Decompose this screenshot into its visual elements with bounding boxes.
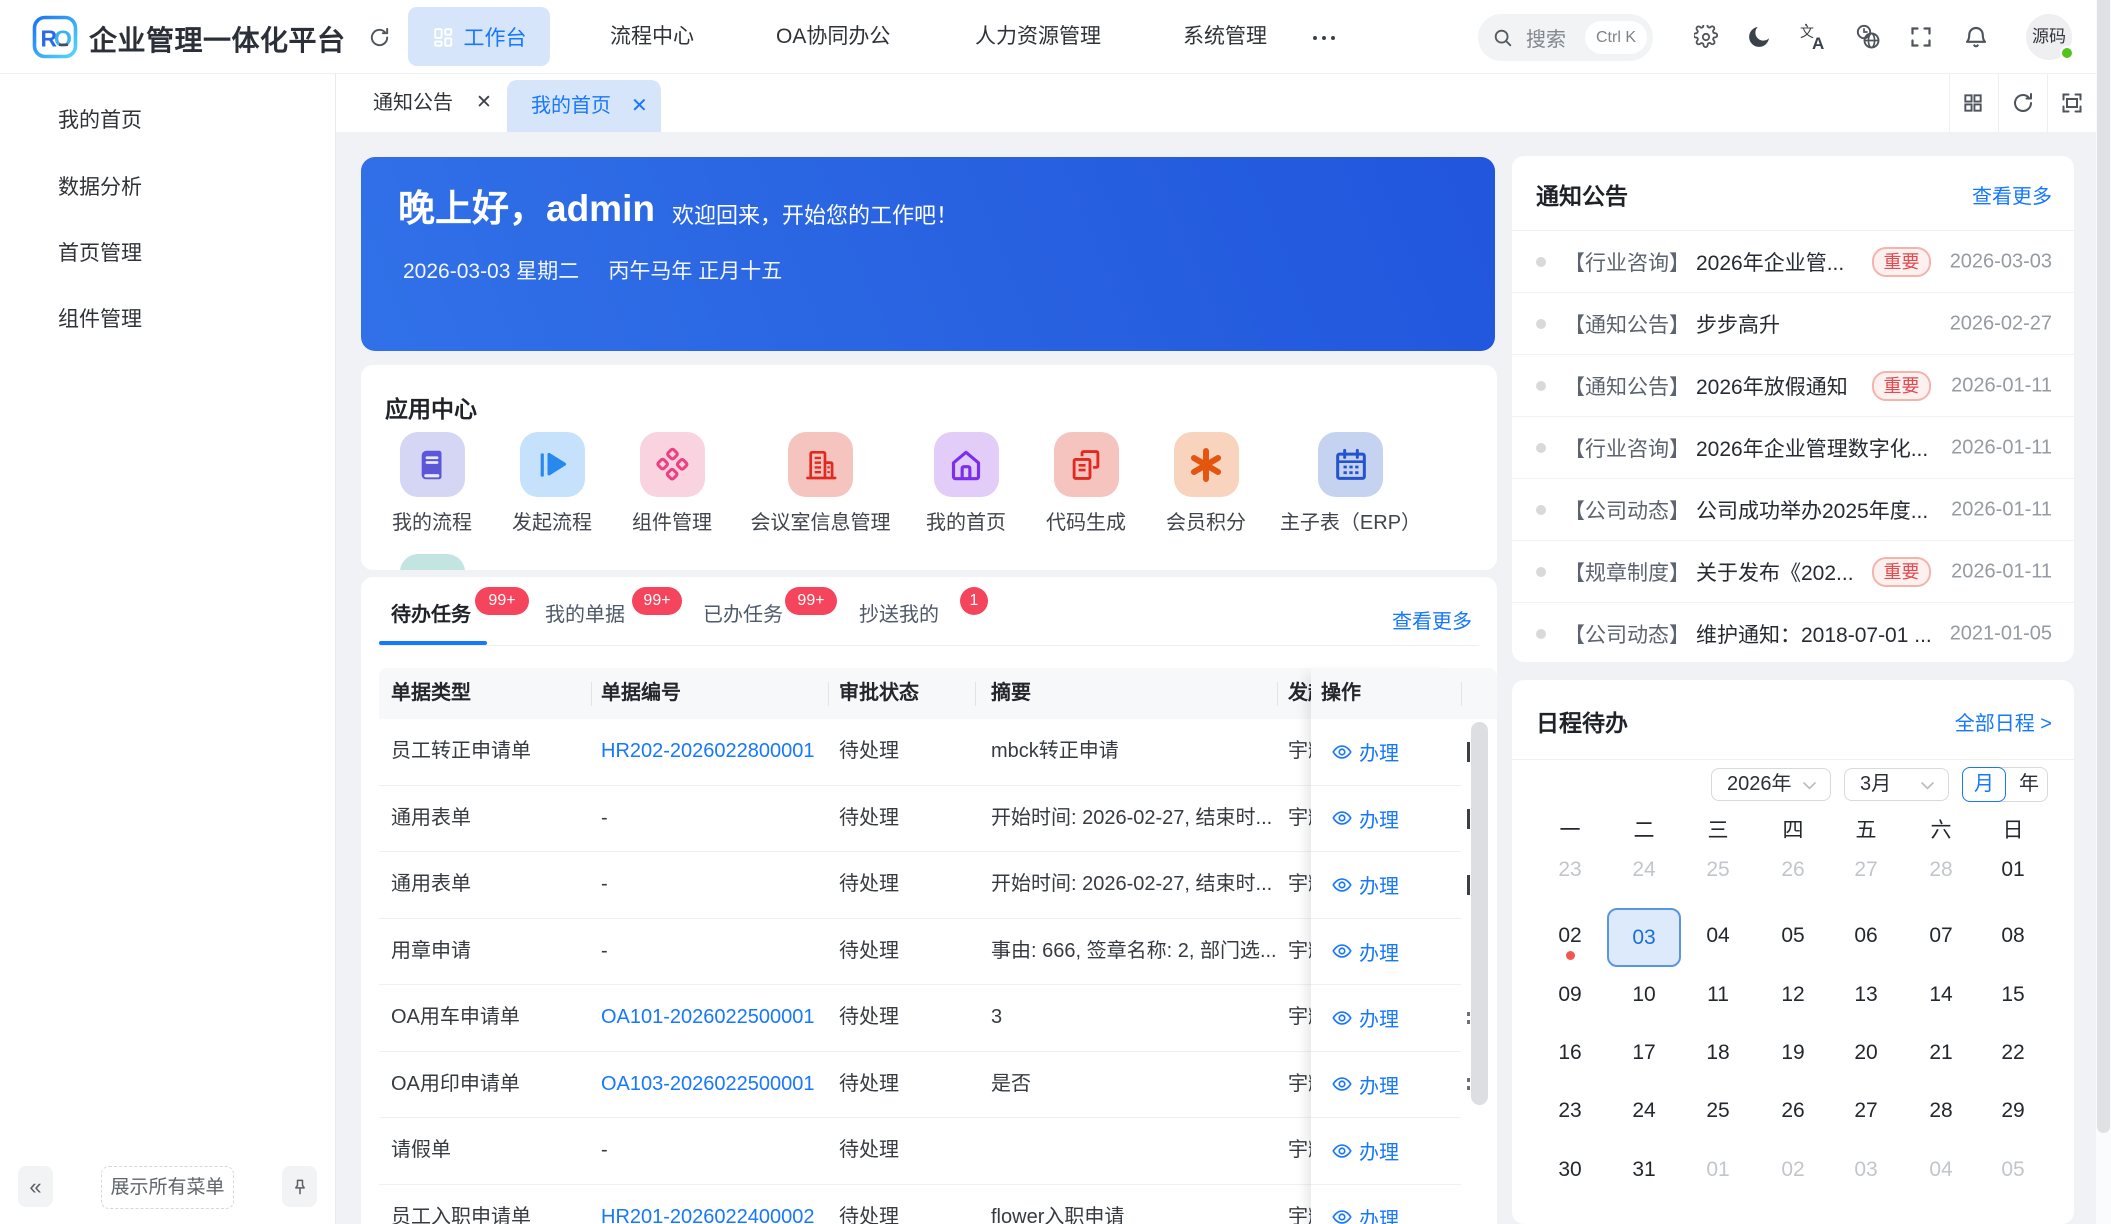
svg-text:A: A — [1812, 34, 1824, 51]
svg-text:O: O — [54, 26, 72, 52]
